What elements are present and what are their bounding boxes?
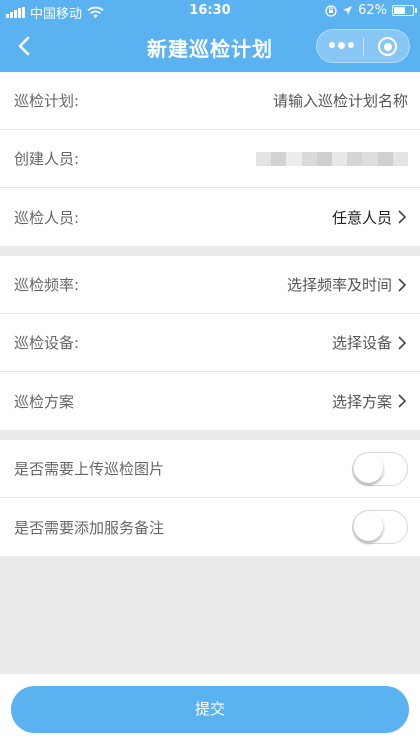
scheme-row[interactable]: 巡检方案 选择方案 [0, 372, 420, 430]
section-gap [0, 246, 420, 256]
service-note-row: 是否需要添加服务备注 [0, 498, 420, 556]
frequency-label: 巡检频率: [14, 276, 80, 294]
upload-photo-switch[interactable] [352, 451, 408, 486]
frequency-value[interactable]: 选择频率及时间 [287, 274, 408, 295]
inspector-value[interactable]: 任意人员 [332, 207, 408, 228]
status-right: 62% [325, 3, 417, 18]
capsule-divider [363, 38, 364, 56]
upload-photo-row: 是否需要上传巡检图片 [0, 440, 420, 498]
device-value[interactable]: 选择设备 [332, 332, 408, 353]
upload-photo-label: 是否需要上传巡检图片 [14, 460, 165, 478]
mini-program-capsule [316, 29, 410, 63]
circle-target-icon[interactable] [378, 37, 397, 56]
orientation-lock-icon [325, 4, 337, 17]
battery-icon [392, 5, 417, 16]
switch-knob [354, 453, 383, 483]
form-group-basic: 巡检计划: 请输入巡检计划名称 创建人员: 巡检人员: 任意人员 [0, 72, 420, 246]
location-icon [343, 6, 353, 15]
device-row[interactable]: 巡检设备: 选择设备 [0, 314, 420, 372]
frequency-value-text: 选择频率及时间 [286, 276, 392, 294]
creator-label: 创建人员: [14, 150, 80, 168]
device-label: 巡检设备: [14, 334, 80, 352]
switch-knob [354, 512, 383, 541]
plan-name-row[interactable]: 巡检计划: 请输入巡检计划名称 [0, 72, 420, 130]
scheme-value[interactable]: 选择方案 [332, 391, 408, 412]
chevron-right-icon [398, 277, 407, 292]
submit-button[interactable]: 提交 [11, 686, 409, 733]
form-group-options: 是否需要上传巡检图片 是否需要添加服务备注 [0, 440, 420, 556]
section-gap [0, 430, 420, 440]
scheme-label: 巡检方案 [14, 392, 75, 411]
header: 中国移动 16:30 62% 新建巡检计划 [0, 0, 420, 72]
status-bar: 中国移动 16:30 62% [0, 0, 420, 22]
service-note-switch[interactable] [352, 510, 408, 544]
more-dots-icon[interactable] [329, 41, 354, 49]
chevron-right-icon [398, 394, 407, 408]
inspector-value-text: 任意人员 [331, 208, 392, 227]
creator-row: 创建人员: [0, 130, 420, 188]
navbar: 新建巡检计划 [0, 22, 420, 72]
creator-blurred-value [256, 151, 409, 166]
battery-percent: 62% [358, 3, 387, 18]
chevron-right-icon [398, 210, 407, 224]
plan-name-input[interactable]: 请输入巡检计划名称 [273, 90, 408, 111]
device-value-text: 选择设备 [331, 334, 392, 352]
form-content: 巡检计划: 请输入巡检计划名称 创建人员: 巡检人员: 任意人员 巡检频率: 选… [0, 72, 420, 556]
scheme-value-text: 选择方案 [331, 392, 392, 411]
inspector-row[interactable]: 巡检人员: 任意人员 [0, 188, 420, 246]
service-note-label: 是否需要添加服务备注 [14, 518, 165, 537]
footer: 提交 [0, 674, 420, 747]
plan-name-label: 巡检计划: [14, 92, 80, 110]
inspector-label: 巡检人员: [14, 208, 80, 227]
frequency-row[interactable]: 巡检频率: 选择频率及时间 [0, 256, 420, 314]
form-group-config: 巡检频率: 选择频率及时间 巡检设备: 选择设备 巡检方案 选择方案 [0, 256, 420, 430]
chevron-right-icon [398, 335, 407, 350]
